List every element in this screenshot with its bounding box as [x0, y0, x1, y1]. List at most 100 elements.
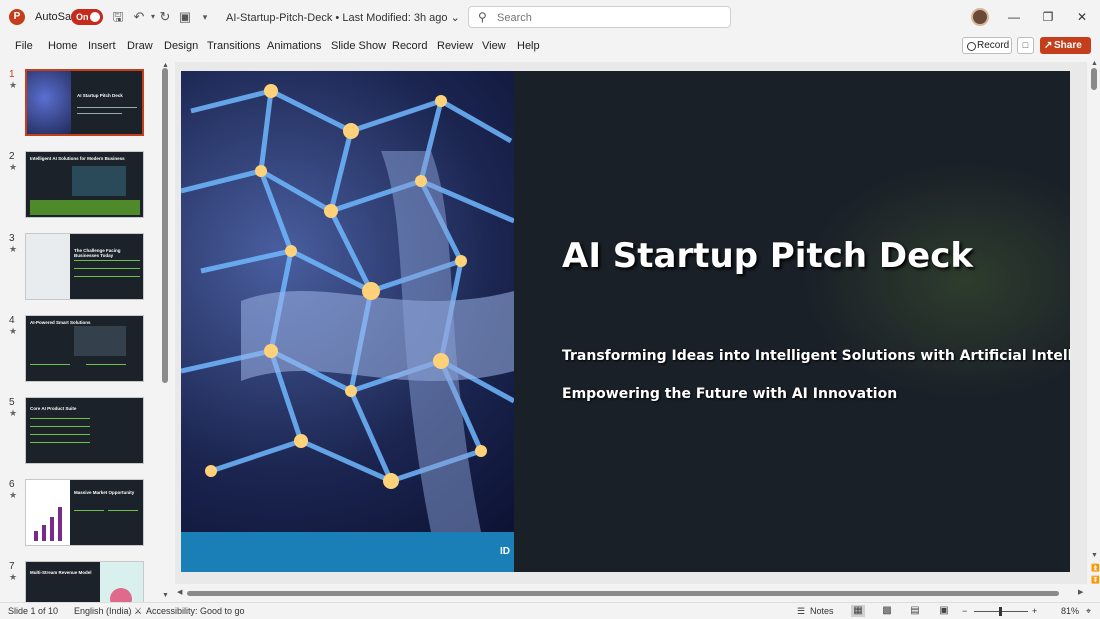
thumb-line — [30, 434, 90, 435]
search-icon: ⚲ — [478, 10, 487, 24]
thumb-title: Core AI Product Suite — [30, 406, 77, 411]
current-slide[interactable]: ID AI Startup Pitch Deck Transforming Id… — [181, 71, 1070, 572]
tab-draw[interactable]: Draw — [127, 40, 153, 52]
editor-vertical-scrollbar[interactable]: ▲ ▼ ⏫ ⏬ — [1089, 60, 1100, 592]
search-box[interactable]: ⚲ — [468, 6, 731, 28]
thumb-title: AI-Powered Smart Solutions — [30, 320, 91, 325]
tab-review[interactable]: Review — [437, 40, 473, 52]
user-avatar[interactable] — [971, 8, 989, 26]
thumbnails-scrollbar[interactable] — [162, 68, 168, 383]
thumb-list — [26, 234, 70, 299]
restore-icon[interactable]: ❐ — [1036, 6, 1060, 28]
previous-slide-icon[interactable]: ⏫ — [1091, 564, 1100, 572]
tab-insert[interactable]: Insert — [88, 40, 116, 52]
slide-thumbnail-2[interactable]: Intelligent AI Solutions for Modern Busi… — [25, 151, 144, 218]
thumb-line — [74, 260, 140, 261]
slide-subtitle[interactable]: Transforming Ideas into Intelligent Solu… — [562, 348, 1070, 364]
tab-animations[interactable]: Animations — [267, 40, 321, 52]
accessibility-status[interactable]: Accessibility: Good to go — [146, 606, 245, 616]
tab-file[interactable]: File — [15, 40, 33, 52]
reading-view-icon[interactable]: ▤ — [908, 605, 922, 617]
zoom-slider-thumb[interactable] — [999, 607, 1002, 616]
scroll-thumb[interactable] — [1091, 68, 1097, 90]
close-icon[interactable]: ✕ — [1070, 6, 1094, 28]
thumb-line — [30, 364, 70, 365]
slide-number: 6 — [9, 479, 15, 490]
scroll-up-icon[interactable]: ▲ — [1091, 60, 1098, 67]
animation-star-icon: ★ — [9, 326, 18, 336]
animation-star-icon: ★ — [9, 80, 18, 90]
slide-thumbnail-5[interactable]: Core AI Product Suite — [25, 397, 144, 464]
slide-thumbnail-7[interactable]: Multi-Stream Revenue Model — [25, 561, 144, 602]
animation-star-icon: ★ — [9, 572, 18, 582]
slide-tagline[interactable]: Empowering the Future with AI Innovation — [562, 386, 897, 402]
search-input[interactable] — [497, 10, 717, 25]
slide-sorter-icon[interactable]: ▩ — [880, 605, 894, 617]
redo-icon[interactable]: ↻ — [157, 9, 173, 25]
slide-thumbnail-6[interactable]: Massive Market Opportunity — [25, 479, 144, 546]
notes-button[interactable]: Notes — [810, 606, 834, 616]
slide-title[interactable]: AI Startup Pitch Deck — [562, 236, 973, 276]
present-icon[interactable]: ▣ — [177, 9, 193, 25]
tab-help[interactable]: Help — [517, 40, 540, 52]
thumb-title: Massive Market Opportunity — [74, 490, 135, 495]
scroll-thumb[interactable] — [187, 591, 1059, 596]
thumb-line — [74, 276, 140, 277]
slide-number: 5 — [9, 397, 15, 408]
customize-toolbar-icon[interactable]: ▾ — [197, 9, 213, 25]
scroll-down-icon[interactable]: ▼ — [162, 592, 169, 599]
title-bar: P AutoSave On 🖫 ↶ ▾ ↻ ▣ ▾ AI-Startup-Pit… — [0, 0, 1100, 34]
thumb-title: AI Startup Pitch Deck — [77, 93, 123, 98]
tab-design[interactable]: Design — [164, 40, 198, 52]
thumb-line — [30, 418, 90, 419]
zoom-level[interactable]: 81% — [1061, 606, 1079, 616]
zoom-in-icon[interactable]: + — [1032, 606, 1037, 616]
document-title[interactable]: AI-Startup-Pitch-Deck • Last Modified: 3… — [226, 11, 460, 24]
scroll-left-icon[interactable]: ◀ — [177, 588, 182, 596]
slide-thumbnail-3[interactable]: The Challenge Facing Businesses Today — [25, 233, 144, 300]
scroll-right-icon[interactable]: ▶ — [1078, 588, 1083, 596]
thumb-image — [27, 71, 71, 134]
slide-number: 2 — [9, 151, 15, 162]
record-button[interactable]: Record — [962, 37, 1012, 54]
thumb-line — [86, 364, 126, 365]
normal-view-icon[interactable]: ▦ — [851, 605, 865, 617]
autosave-toggle[interactable]: On — [71, 9, 103, 25]
powerpoint-logo-icon: P — [9, 9, 25, 25]
zoom-out-icon[interactable]: − — [962, 606, 967, 616]
notes-icon[interactable]: ☰ — [797, 606, 805, 617]
slide-number: 3 — [9, 233, 15, 244]
comments-icon[interactable]: □ — [1017, 37, 1034, 54]
language-indicator[interactable]: English (India) — [74, 606, 132, 616]
animation-star-icon: ★ — [9, 244, 18, 254]
tab-slide-show[interactable]: Slide Show — [331, 40, 386, 52]
editor-horizontal-scrollbar[interactable]: ◀ ▶ — [175, 588, 1089, 598]
thumb-title: Multi-Stream Revenue Model — [30, 570, 92, 575]
status-bar: Slide 1 of 10 English (India) ⚔ Accessib… — [0, 602, 1100, 619]
slide-footer-bar — [181, 532, 514, 572]
share-button[interactable]: Share — [1040, 37, 1091, 54]
tab-home[interactable]: Home — [48, 40, 77, 52]
tab-transitions[interactable]: Transitions — [207, 40, 260, 52]
fit-to-window-icon[interactable]: ⌖ — [1086, 606, 1091, 617]
animation-star-icon: ★ — [9, 408, 18, 418]
scroll-down-icon[interactable]: ▼ — [1091, 552, 1098, 559]
thumb-line — [30, 442, 90, 443]
scroll-up-icon[interactable]: ▲ — [162, 62, 169, 69]
slide-glow — [801, 161, 1070, 401]
minimize-icon[interactable]: — — [1002, 6, 1026, 28]
slide-number: 4 — [9, 315, 15, 326]
next-slide-icon[interactable]: ⏬ — [1091, 576, 1100, 584]
slide-thumbnail-4[interactable]: AI-Powered Smart Solutions — [25, 315, 144, 382]
tab-record[interactable]: Record — [392, 40, 427, 52]
slideshow-view-icon[interactable]: ▣ — [937, 605, 951, 617]
slide-number: 7 — [9, 561, 15, 572]
neural-network-image[interactable] — [181, 71, 514, 532]
slide-thumbnail-1[interactable]: AI Startup Pitch Deck — [25, 69, 144, 136]
thumb-image — [74, 326, 126, 356]
save-icon[interactable]: 🖫 — [110, 9, 126, 25]
slide-thumbnails-panel: 1 ★ AI Startup Pitch Deck 2 ★ Intelligen… — [0, 62, 158, 602]
accessibility-icon[interactable]: ⚔ — [134, 606, 142, 617]
tab-view[interactable]: View — [482, 40, 506, 52]
animation-star-icon: ★ — [9, 490, 18, 500]
